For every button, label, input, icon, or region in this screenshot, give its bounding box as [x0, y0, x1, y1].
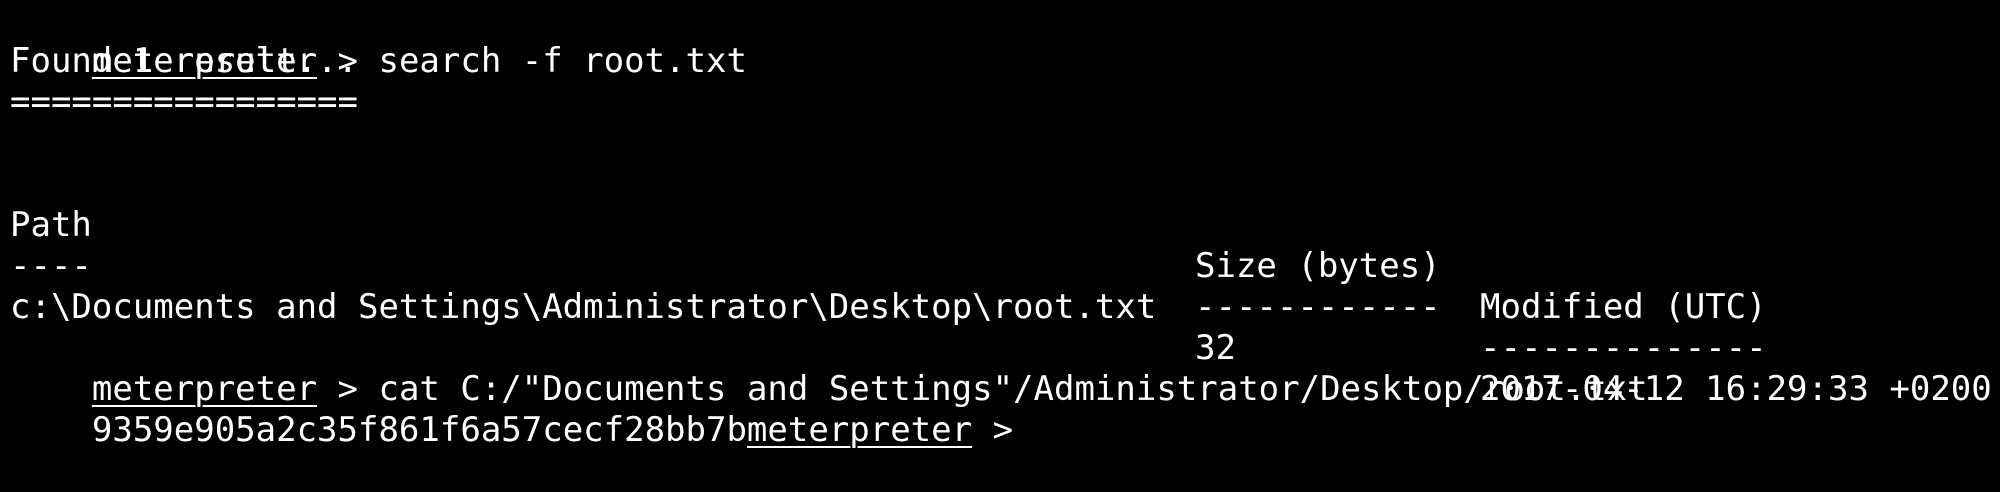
- header-modified: Modified (UTC): [1480, 287, 1767, 327]
- search-found-message: Found 1 result...: [10, 41, 358, 81]
- results-table-underline: ---- ------------ --------------: [10, 205, 2000, 368]
- root-hash: 9359e905a2c35f861f6a57cecf28bb7b: [91, 410, 747, 450]
- row-path: c:\Documents and Settings\Administrator\…: [10, 287, 1157, 327]
- command-line-search: meterpreter > search -f root.txt: [10, 0, 747, 81]
- search-command: search -f root.txt: [378, 41, 747, 81]
- underline-size: ------------: [1195, 287, 1441, 327]
- prompt-separator: >: [972, 410, 1034, 450]
- cat-output-line: 9359e905a2c35f861f6a57cecf28bb7bmeterpre…: [10, 369, 1034, 450]
- search-output-rule: =================: [10, 82, 358, 122]
- results-table-header: Path Size (bytes) Modified (UTC): [10, 164, 2000, 327]
- command-line-cat: meterpreter > cat C:/"Documents and Sett…: [10, 328, 1648, 409]
- meterpreter-prompt: meterpreter: [746, 410, 973, 450]
- table-row: c:\Documents and Settings\Administrator\…: [10, 246, 2000, 409]
- terminal-window[interactable]: meterpreter > search -f root.txt Found 1…: [0, 0, 2000, 450]
